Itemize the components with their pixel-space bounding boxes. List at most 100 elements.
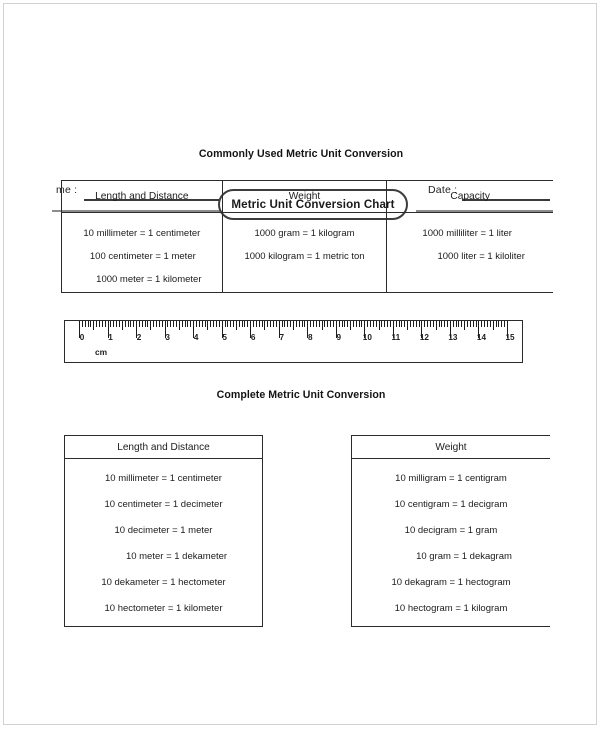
ruler-number-label: 5 xyxy=(222,333,227,342)
conversion-row: 10 hectogram = 1 kilogram xyxy=(394,603,508,614)
ruler-minor-tick xyxy=(184,321,186,327)
ruler-minor-tick xyxy=(273,321,275,327)
column-header-capacity: Capacity xyxy=(450,191,490,202)
ruler-minor-tick xyxy=(144,321,146,327)
ruler-minor-tick xyxy=(101,321,103,327)
ruler-number-label: 6 xyxy=(250,333,256,342)
conversion-row: 1000 gram = 1 kilogram xyxy=(254,228,355,239)
ruler-minor-tick xyxy=(324,321,326,327)
table-header-length: Length and Distance xyxy=(65,436,262,459)
conversion-row: 10 decigram = 1 gram xyxy=(404,525,498,536)
conversion-row: 100 centimeter = 1 meter xyxy=(89,251,196,262)
ruler-minor-tick xyxy=(361,321,363,327)
ruler-minor-tick xyxy=(227,321,229,327)
ruler-minor-tick xyxy=(173,321,175,327)
ruler-minor-tick xyxy=(315,321,317,327)
conversion-row: 10 dekagram = 1 hectogram xyxy=(391,577,511,588)
ruler-minor-tick xyxy=(153,321,155,327)
column-weight-cells: 1000 gram = 1 kilogram 1000 kilogram = 1… xyxy=(223,213,388,293)
ruler-minor-tick xyxy=(452,321,454,327)
ruler-minor-tick xyxy=(90,321,92,327)
ruler-minor-tick xyxy=(158,321,160,327)
table-body-weight: 10 milligram = 1 centigram 10 centigram … xyxy=(352,459,550,622)
ruler-minor-tick xyxy=(384,321,386,327)
ruler-minor-tick xyxy=(293,321,294,330)
ruler-minor-tick xyxy=(358,321,360,327)
ruler-minor-tick xyxy=(124,321,126,327)
ruler-number-label: 9 xyxy=(336,333,342,342)
ruler-minor-tick xyxy=(161,321,163,327)
ruler-minor-tick xyxy=(215,321,217,327)
conversion-row: 1000 liter = 1 kiloliter xyxy=(437,251,525,262)
ruler-number-label: 8 xyxy=(307,333,313,342)
ruler-minor-tick xyxy=(118,321,120,327)
ruler-minor-tick xyxy=(138,321,140,327)
ruler-minor-tick xyxy=(81,321,83,327)
ruler-minor-tick xyxy=(387,321,389,327)
ruler-minor-tick xyxy=(127,321,129,327)
table-header-weight: Weight xyxy=(352,436,550,459)
ruler-minor-tick xyxy=(378,321,380,330)
ruler-minor-tick xyxy=(424,321,426,327)
ruler-minor-tick xyxy=(401,321,403,327)
page-header: me : Date : Metric Unit Conversion Chart xyxy=(4,92,596,220)
ruler-minor-tick xyxy=(370,321,372,327)
ruler-number-label: 10 xyxy=(362,333,372,342)
ruler-minor-tick xyxy=(198,321,200,327)
ruler-minor-tick xyxy=(176,321,177,327)
conversion-row: 1000 meter = 1 kilometer xyxy=(96,274,202,285)
ruler-number-label: 3 xyxy=(165,333,170,342)
ruler-minor-tick xyxy=(147,321,149,327)
ruler-minor-tick xyxy=(381,321,383,327)
worksheet-page: me : Date : Metric Unit Conversion Chart… xyxy=(3,3,597,725)
ruler-minor-tick xyxy=(264,321,266,330)
ruler-minor-tick xyxy=(113,321,115,327)
ruler-number-label: 2 xyxy=(136,333,142,342)
ruler-minor-tick xyxy=(253,321,255,327)
column-header-length: Length and Distance xyxy=(62,181,223,212)
centimeter-ruler: 0 1 2 3 4 5 6 7 8 9 10 11 12 13 14 15 cm xyxy=(64,320,523,363)
ruler-minor-tick xyxy=(352,321,354,327)
ruler-minor-tick xyxy=(156,321,158,327)
ruler-minor-tick xyxy=(96,321,98,327)
ruler-minor-tick xyxy=(287,321,289,327)
ruler-minor-tick xyxy=(167,321,169,327)
column-header-weight: Weight xyxy=(223,181,388,212)
ruler-minor-tick xyxy=(310,321,312,327)
ruler-minor-tick xyxy=(110,321,112,327)
ruler-minor-tick xyxy=(498,321,500,327)
ruler-minor-tick xyxy=(418,321,420,327)
table-header-row: Length and Distance Weight Capacity xyxy=(62,181,553,213)
conversion-row: 10 hectometer = 1 kilometer xyxy=(104,603,223,614)
ruler-minor-tick xyxy=(355,321,357,327)
ruler-minor-tick xyxy=(181,321,183,327)
ruler-minor-tick xyxy=(295,321,297,327)
ruler-minor-tick xyxy=(461,321,463,327)
ruler-minor-tick xyxy=(372,321,374,327)
ruler-minor-tick xyxy=(404,321,406,327)
ruler-minor-tick xyxy=(407,321,409,330)
ruler-minor-tick xyxy=(367,321,369,327)
table-body: 10 millimeter = 1 centimeter 100 centime… xyxy=(62,213,553,293)
ruler-minor-tick xyxy=(492,321,494,330)
ruler-unit-label: cm xyxy=(95,347,108,357)
ruler-number-label: 13 xyxy=(448,333,458,342)
ruler-number-label: 7 xyxy=(279,333,284,342)
ruler-number-label: 11 xyxy=(391,333,401,342)
ruler-minor-tick xyxy=(429,321,431,327)
ruler-minor-tick xyxy=(267,321,269,327)
ruler-minor-tick xyxy=(344,321,346,327)
ruler-number-label: 4 xyxy=(193,333,199,342)
ruler-minor-tick xyxy=(341,321,343,327)
ruler-number-label: 0 xyxy=(79,333,85,342)
conversion-row: 10 dekameter = 1 hectometer xyxy=(101,577,226,588)
section-heading-commonly-used: Commonly Used Metric Unit Conversion xyxy=(198,148,404,160)
column-length-cells: 10 millimeter = 1 centimeter 100 centime… xyxy=(62,213,223,293)
complete-length-table: Length and Distance 10 millimeter = 1 ce… xyxy=(64,435,263,627)
ruler-minor-tick xyxy=(398,321,400,327)
ruler-minor-tick xyxy=(195,321,197,327)
conversion-row: 10 milligram = 1 centigram xyxy=(395,473,507,484)
ruler-minor-tick xyxy=(469,321,471,327)
ruler-minor-tick xyxy=(432,321,434,327)
ruler-minor-tick xyxy=(224,321,226,327)
